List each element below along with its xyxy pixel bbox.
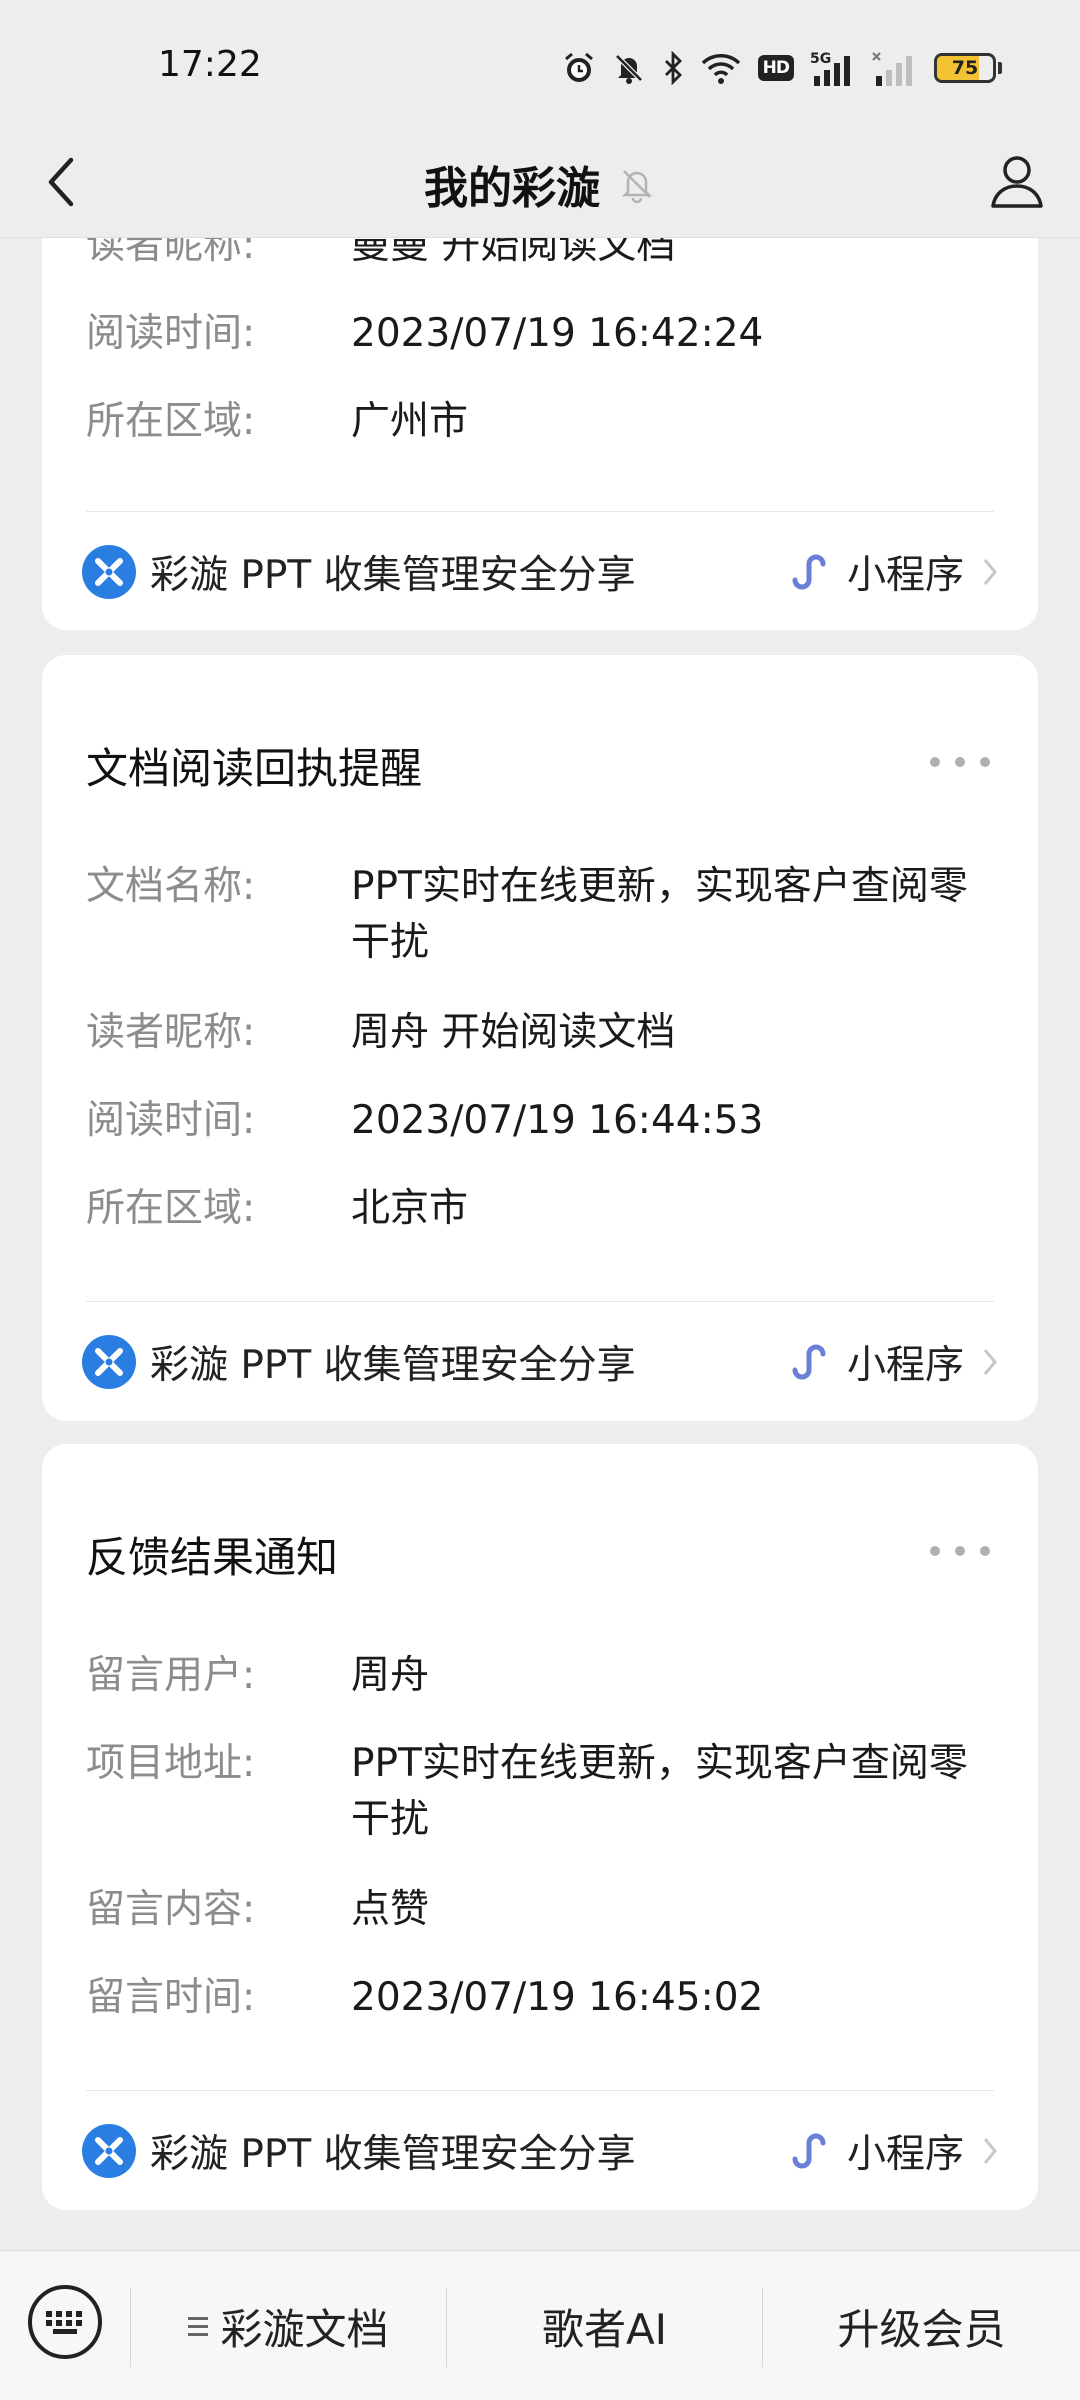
battery-body: 75 [934, 53, 996, 83]
status-time: 17:22 [158, 44, 262, 85]
row-value: 2023/07/19 16:42:24 [351, 311, 764, 356]
row-label: 读者昵称: [86, 1010, 256, 1055]
keyboard-toggle-button[interactable] [28, 2285, 102, 2359]
card-divider [86, 511, 994, 512]
hd-badge: HD [757, 55, 794, 81]
mini-program-label: 小程序 [846, 553, 964, 598]
signal-5g-icon: 5G [810, 50, 856, 86]
row-value: 周舟 [351, 1653, 430, 1698]
app-name: 彩漩 PPT 收集管理安全分享 [150, 2132, 636, 2177]
menu-item-label: 彩漩文档 [220, 2304, 389, 2354]
card-row: 阅读时间: 2023/07/19 16:42:24 [86, 306, 996, 362]
card-row: 所在区域: 广州市 [86, 394, 996, 450]
signal-icon [872, 50, 918, 86]
menu-icon [188, 2316, 209, 2336]
card-title: 文档阅读回执提醒 [86, 744, 423, 793]
screen: 17:22 HD 5G 75 我的彩漩 读者昵称: 曼曼 开始阅读文档 阅读时间… [0, 0, 1080, 2400]
row-value: 2023/07/19 16:44:53 [351, 1098, 764, 1143]
row-value: 北京市 [351, 1186, 469, 1231]
app-logo-icon [82, 1335, 136, 1389]
row-label: 留言用户: [86, 1653, 256, 1698]
card-row: 项目地址: PPT实时在线更新，实现客户查阅零干扰 [86, 1736, 996, 1848]
nav-title-group: 我的彩漩 [0, 130, 1080, 238]
row-value: 广州市 [351, 399, 469, 444]
card-title: 反馈结果通知 [86, 1533, 339, 1582]
wifi-icon [700, 51, 742, 85]
row-label: 所在区域: [86, 399, 256, 444]
card-row: 文档名称: PPT实时在线更新，实现客户查阅零干扰 [86, 859, 996, 971]
mini-program-link[interactable]: 彩漩 PPT 收集管理安全分享 小程序 [82, 2116, 998, 2186]
battery-icon: 75 [934, 53, 1002, 83]
bell-off-icon [621, 170, 653, 203]
bottom-menu-bar: 彩漩文档 歌者AI 升级会员 [0, 2250, 1080, 2400]
alarm-icon [562, 51, 596, 85]
row-label: 所在区域: [86, 1186, 256, 1231]
nav-bar: 我的彩漩 [0, 130, 1080, 238]
mini-program-link[interactable]: 彩漩 PPT 收集管理安全分享 小程序 [82, 537, 998, 607]
card-row: 所在区域: 北京市 [86, 1181, 996, 1237]
row-value: PPT实时在线更新，实现客户查阅零干扰 [351, 864, 968, 965]
card-row: 留言内容: 点赞 [86, 1882, 996, 1938]
row-label: 阅读时间: [86, 1098, 256, 1143]
svg-text:5G: 5G [810, 51, 831, 67]
back-button[interactable] [30, 150, 94, 214]
card-row: 留言时间: 2023/07/19 16:45:02 [86, 1970, 996, 2026]
card-divider [86, 1301, 994, 1302]
menu-item-label: 歌者AI [541, 2304, 668, 2354]
battery-level: 75 [951, 57, 979, 79]
chevron-right-icon [982, 1347, 998, 1377]
chevron-left-icon [48, 157, 74, 207]
row-label: 留言内容: [86, 1887, 256, 1932]
status-icons: HD 5G 75 [562, 46, 1002, 90]
message-card-3: 反馈结果通知 留言用户: 周舟 项目地址: PPT实时在线更新，实现客户查阅零干… [42, 1444, 1038, 2210]
mini-program-icon [787, 2129, 831, 2173]
message-card-2: 文档阅读回执提醒 文档名称: PPT实时在线更新，实现客户查阅零干扰 读者昵称:… [42, 655, 1038, 1421]
chevron-right-icon [982, 557, 998, 587]
page-title: 我的彩漩 [424, 163, 600, 214]
mini-program-icon [787, 550, 831, 594]
row-label: 文档名称: [86, 864, 256, 909]
mini-program-label: 小程序 [846, 1343, 964, 1388]
row-value: PPT实时在线更新，实现客户查阅零干扰 [351, 1741, 968, 1842]
row-value: 周舟 开始阅读文档 [351, 1010, 676, 1055]
menu-item-label: 升级会员 [837, 2304, 1006, 2354]
chevron-right-icon [982, 2136, 998, 2166]
app-logo-icon [82, 545, 136, 599]
row-label: 留言时间: [86, 1975, 256, 2020]
card-row: 留言用户: 周舟 [86, 1648, 996, 1704]
keyboard-icon [46, 2311, 82, 2334]
menu-item-docs[interactable]: 彩漩文档 [131, 2251, 446, 2400]
menu-item-ai[interactable]: 歌者AI [447, 2251, 762, 2400]
app-name: 彩漩 PPT 收集管理安全分享 [150, 553, 636, 598]
status-bar: 17:22 HD 5G 75 [0, 0, 1080, 130]
row-value: 点赞 [351, 1887, 430, 1932]
card-row: 阅读时间: 2023/07/19 16:44:53 [86, 1093, 996, 1149]
mini-program-icon [787, 1340, 831, 1384]
mini-program-label: 小程序 [846, 2132, 964, 2177]
row-label: 项目地址: [86, 1741, 256, 1786]
more-options-icon[interactable] [930, 1536, 990, 1566]
card-divider [86, 2090, 994, 2091]
more-options-icon[interactable] [930, 747, 990, 777]
mini-program-link[interactable]: 彩漩 PPT 收集管理安全分享 小程序 [82, 1327, 998, 1397]
bluetooth-icon [662, 51, 684, 85]
mute-icon [612, 51, 646, 85]
user-icon [991, 156, 1043, 208]
row-value: 2023/07/19 16:45:02 [351, 1975, 764, 2020]
app-logo-icon [82, 2124, 136, 2178]
menu-item-upgrade[interactable]: 升级会员 [763, 2251, 1080, 2400]
card-row: 读者昵称: 周舟 开始阅读文档 [86, 1005, 996, 1061]
app-name: 彩漩 PPT 收集管理安全分享 [150, 1343, 636, 1388]
profile-button[interactable] [982, 146, 1052, 216]
row-label: 阅读时间: [86, 311, 256, 356]
message-feed[interactable]: 读者昵称: 曼曼 开始阅读文档 阅读时间: 2023/07/19 16:42:2… [0, 118, 1080, 2238]
battery-cap [998, 62, 1002, 74]
